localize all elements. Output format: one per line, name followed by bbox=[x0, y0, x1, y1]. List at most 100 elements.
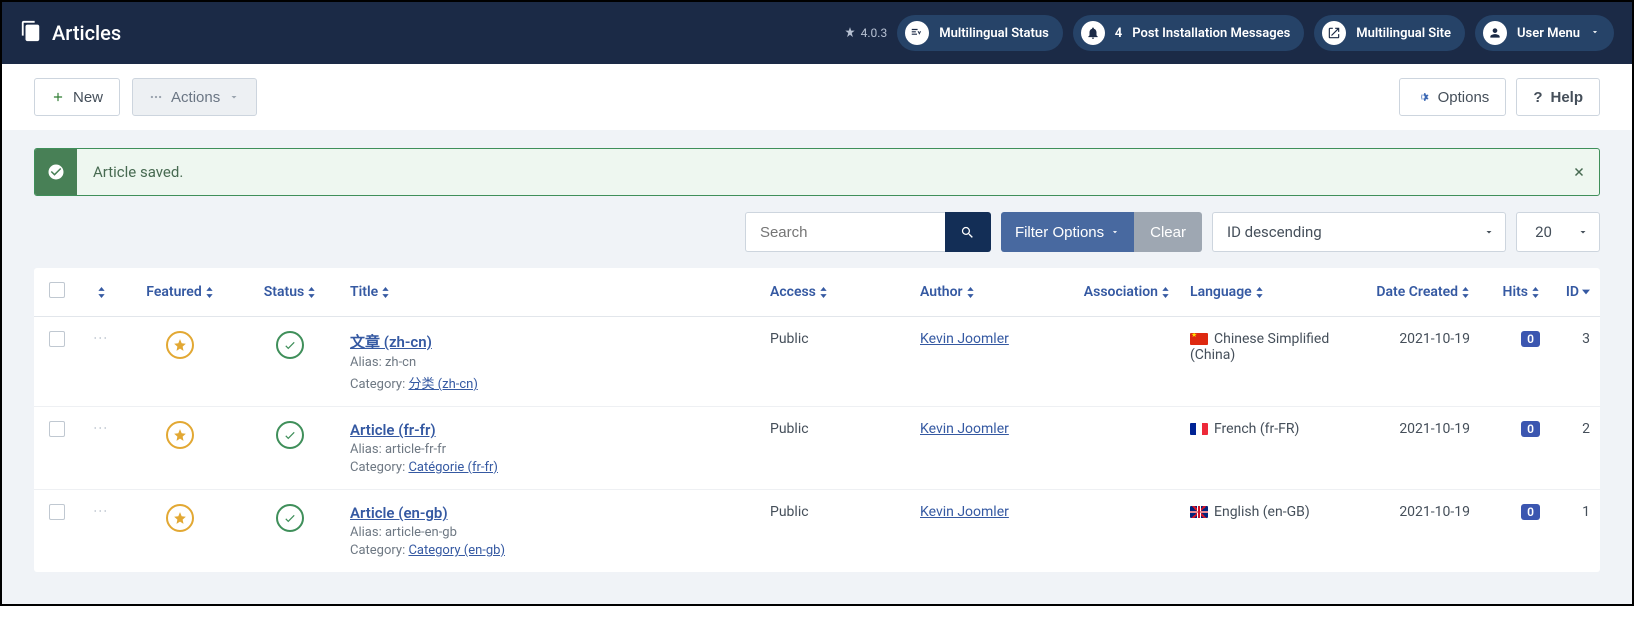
category-link[interactable]: Category (en-gb) bbox=[408, 543, 505, 558]
multilingual-status-button[interactable]: Multilingual Status bbox=[897, 15, 1063, 51]
select-all-checkbox[interactable] bbox=[49, 282, 65, 298]
drag-handle-icon[interactable]: ⋮ bbox=[98, 331, 102, 345]
search-button[interactable] bbox=[945, 212, 991, 252]
category-link[interactable]: Catégorie (fr-fr) bbox=[408, 460, 498, 475]
col-access[interactable]: Access bbox=[760, 268, 910, 317]
col-association[interactable]: Association bbox=[1060, 268, 1180, 317]
hits-badge: 0 bbox=[1521, 504, 1540, 520]
version-label: 4.0.3 bbox=[843, 26, 888, 40]
new-button[interactable]: New bbox=[34, 78, 120, 116]
post-install-label: Post Installation Messages bbox=[1132, 26, 1290, 41]
toolbar: New Actions Options ? Help bbox=[2, 64, 1632, 130]
col-language[interactable]: Language bbox=[1180, 268, 1340, 317]
author-link[interactable]: Kevin Joomler bbox=[920, 504, 1009, 520]
date-value: 2021-10-19 bbox=[1399, 421, 1470, 437]
col-hits[interactable]: Hits bbox=[1480, 268, 1550, 317]
status-toggle[interactable] bbox=[276, 504, 304, 532]
flag-icon bbox=[1190, 333, 1208, 345]
articles-table: Featured Status Title Access Author bbox=[34, 268, 1600, 572]
options-button[interactable]: Options bbox=[1399, 78, 1507, 116]
access-value: Public bbox=[770, 504, 809, 520]
multilingual-site-button[interactable]: Multilingual Site bbox=[1314, 15, 1465, 51]
alias-line: Alias: article-fr-fr bbox=[350, 442, 750, 457]
row-checkbox[interactable] bbox=[49, 421, 65, 437]
actions-button[interactable]: Actions bbox=[132, 78, 257, 116]
table-row: ⋮ Article (en-gb) Alias: article-en-gb C… bbox=[34, 490, 1600, 573]
user-icon bbox=[1483, 21, 1507, 45]
post-install-button[interactable]: 4 Post Installation Messages bbox=[1073, 15, 1305, 51]
category-line: Category: Category (en-gb) bbox=[350, 543, 750, 558]
language-value: English (en-GB) bbox=[1214, 504, 1310, 520]
sort-select-chevron[interactable] bbox=[1472, 212, 1506, 252]
alert-close-button[interactable] bbox=[1559, 149, 1599, 195]
drag-handle-icon[interactable]: ⋮ bbox=[98, 504, 102, 518]
language-value: French (fr-FR) bbox=[1214, 421, 1299, 437]
author-link[interactable]: Kevin Joomler bbox=[920, 421, 1009, 437]
help-button-label: Help bbox=[1550, 89, 1583, 106]
featured-toggle[interactable] bbox=[166, 331, 194, 359]
help-button[interactable]: ? Help bbox=[1516, 78, 1600, 116]
id-value: 1 bbox=[1582, 504, 1590, 520]
category-line: Category: 分类 (zh-cn) bbox=[350, 373, 750, 392]
article-title-link[interactable]: Article (fr-fr) bbox=[350, 421, 436, 439]
language-value: Chinese Simplified (China) bbox=[1190, 331, 1329, 363]
col-date[interactable]: Date Created bbox=[1340, 268, 1480, 317]
category-link[interactable]: 分类 (zh-cn) bbox=[408, 377, 477, 392]
sort-select[interactable]: ID descending bbox=[1212, 212, 1472, 252]
status-toggle[interactable] bbox=[276, 331, 304, 359]
flag-icon bbox=[1190, 506, 1208, 518]
flag-icon bbox=[1190, 423, 1208, 435]
actions-button-label: Actions bbox=[171, 89, 220, 106]
filter-options-button[interactable]: Filter Options bbox=[1001, 212, 1134, 252]
ordering-sort-icon[interactable] bbox=[97, 287, 106, 298]
date-value: 2021-10-19 bbox=[1399, 331, 1470, 347]
category-line: Category: Catégorie (fr-fr) bbox=[350, 460, 750, 475]
external-link-icon bbox=[1322, 21, 1346, 45]
col-status[interactable]: Status bbox=[240, 268, 340, 317]
page-title: Articles bbox=[52, 21, 121, 45]
status-toggle[interactable] bbox=[276, 421, 304, 449]
articles-icon bbox=[20, 20, 42, 47]
articles-table-card: Featured Status Title Access Author bbox=[34, 268, 1600, 572]
search-input[interactable] bbox=[745, 212, 945, 252]
chevron-down-icon bbox=[1590, 26, 1600, 41]
article-title-link[interactable]: Article (en-gb) bbox=[350, 504, 448, 522]
search-group bbox=[745, 212, 991, 252]
alias-line: Alias: zh-cn bbox=[350, 355, 750, 370]
article-title-link[interactable]: 文章 (zh-cn) bbox=[350, 333, 432, 351]
date-value: 2021-10-19 bbox=[1399, 504, 1470, 520]
limit-select[interactable]: 20 bbox=[1516, 212, 1566, 252]
top-bar: Articles 4.0.3 Multilingual Status 4 Pos… bbox=[2, 2, 1632, 64]
hits-badge: 0 bbox=[1521, 421, 1540, 437]
featured-toggle[interactable] bbox=[166, 421, 194, 449]
multilingual-site-label: Multilingual Site bbox=[1356, 26, 1451, 41]
alert-message: Article saved. bbox=[77, 149, 1559, 195]
clear-button[interactable]: Clear bbox=[1134, 212, 1202, 252]
filter-group: Filter Options Clear bbox=[1001, 212, 1202, 252]
author-link[interactable]: Kevin Joomler bbox=[920, 331, 1009, 347]
limit-select-value: 20 bbox=[1535, 223, 1552, 241]
access-value: Public bbox=[770, 331, 809, 347]
id-value: 3 bbox=[1582, 331, 1590, 347]
limit-select-group: 20 bbox=[1516, 212, 1600, 252]
options-button-label: Options bbox=[1438, 89, 1490, 106]
sort-select-group: ID descending bbox=[1212, 212, 1506, 252]
col-title[interactable]: Title bbox=[340, 268, 760, 317]
main-content: Article saved. Filter Options Clear ID d… bbox=[2, 130, 1632, 604]
limit-select-chevron[interactable] bbox=[1566, 212, 1600, 252]
col-id[interactable]: ID bbox=[1550, 268, 1600, 317]
row-checkbox[interactable] bbox=[49, 331, 65, 347]
col-author[interactable]: Author bbox=[910, 268, 1060, 317]
col-featured[interactable]: Featured bbox=[120, 268, 240, 317]
user-menu-button[interactable]: User Menu bbox=[1475, 15, 1614, 51]
filter-options-label: Filter Options bbox=[1015, 224, 1104, 241]
drag-handle-icon[interactable]: ⋮ bbox=[98, 421, 102, 435]
check-circle-icon bbox=[35, 149, 77, 195]
new-button-label: New bbox=[73, 89, 103, 106]
featured-toggle[interactable] bbox=[166, 504, 194, 532]
row-checkbox[interactable] bbox=[49, 504, 65, 520]
sort-select-value: ID descending bbox=[1227, 223, 1322, 241]
topbar-right: 4.0.3 Multilingual Status 4 Post Install… bbox=[843, 15, 1614, 51]
user-menu-label: User Menu bbox=[1517, 26, 1580, 41]
table-row: ⋮ Article (fr-fr) Alias: article-fr-fr C… bbox=[34, 407, 1600, 490]
